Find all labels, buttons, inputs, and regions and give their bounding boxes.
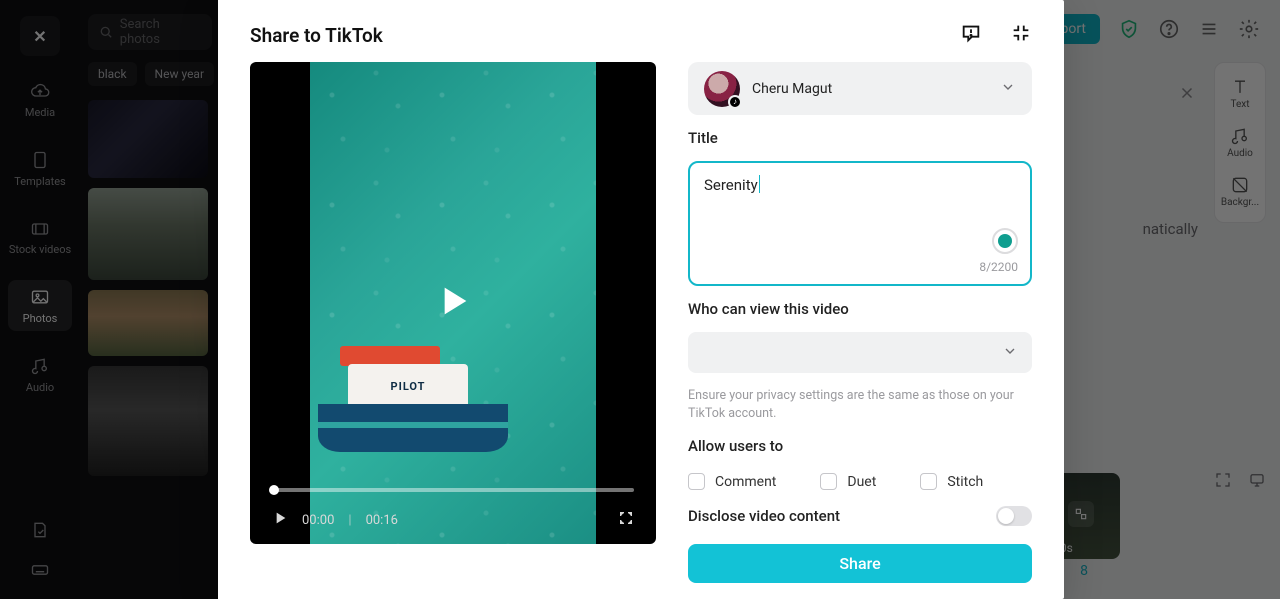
- play-button[interactable]: [433, 281, 473, 325]
- allow-duet-option[interactable]: Duet: [820, 473, 876, 490]
- option-label: Stitch: [947, 474, 983, 490]
- checkbox-icon[interactable]: [920, 473, 937, 490]
- feedback-icon[interactable]: [960, 22, 982, 48]
- account-name: Cheru Magut: [752, 81, 832, 97]
- modal-header: Share to TikTok: [218, 0, 1064, 62]
- chevron-down-icon: [1002, 343, 1018, 363]
- allow-stitch-option[interactable]: Stitch: [920, 473, 983, 490]
- toggle-knob: [998, 508, 1014, 524]
- checkbox-icon[interactable]: [820, 473, 837, 490]
- modal-header-actions: [960, 22, 1032, 48]
- privacy-helper-text: Ensure your privacy settings are the sam…: [688, 387, 1032, 423]
- seek-handle[interactable]: [269, 485, 279, 495]
- video-preview: PILOT 00:00 | 00:16: [250, 62, 656, 544]
- boat-graphic: PILOT: [318, 332, 508, 452]
- tiktok-badge-icon: ♪: [728, 95, 742, 109]
- boat-label: PILOT: [348, 364, 468, 408]
- chevron-down-icon: [1000, 79, 1016, 99]
- account-selector[interactable]: ♪ Cheru Magut: [688, 62, 1032, 115]
- allow-users-label: Allow users to: [688, 437, 1032, 455]
- title-label: Title: [688, 129, 1032, 147]
- character-count: 8/2200: [979, 260, 1018, 274]
- privacy-label: Who can view this video: [688, 300, 1032, 318]
- modal-body: PILOT 00:00 | 00:16 ♪: [218, 62, 1064, 599]
- fullscreen-video-icon[interactable]: [618, 510, 634, 530]
- option-label: Comment: [715, 474, 776, 490]
- title-textarea[interactable]: Serenity 8/2200: [688, 161, 1032, 286]
- allow-users-options: Comment Duet Stitch: [688, 473, 1032, 490]
- share-button-label: Share: [839, 554, 880, 573]
- grammarly-icon[interactable]: [992, 228, 1018, 254]
- minimize-icon[interactable]: [1010, 22, 1032, 48]
- video-controls: 00:00 | 00:16: [272, 510, 634, 530]
- disclose-toggle[interactable]: [996, 506, 1032, 526]
- privacy-select[interactable]: [688, 332, 1032, 373]
- account-avatar: ♪: [704, 71, 740, 107]
- share-to-tiktok-modal: Share to TikTok PILOT 00:: [218, 0, 1064, 599]
- current-time: 00:00: [302, 513, 334, 528]
- share-button[interactable]: Share: [688, 544, 1032, 583]
- title-value: Serenity: [704, 176, 758, 194]
- checkbox-icon[interactable]: [688, 473, 705, 490]
- play-small-icon[interactable]: [272, 510, 288, 530]
- disclose-label: Disclose video content: [688, 507, 840, 525]
- seek-bar[interactable]: [272, 488, 634, 492]
- text-caret: [759, 175, 760, 193]
- disclose-row: Disclose video content: [688, 506, 1032, 526]
- total-time: 00:16: [366, 513, 398, 528]
- share-form: ♪ Cheru Magut Title Serenity 8/2200 Who …: [688, 62, 1032, 583]
- time-separator: |: [348, 513, 351, 528]
- option-label: Duet: [847, 474, 876, 490]
- allow-comment-option[interactable]: Comment: [688, 473, 776, 490]
- modal-title: Share to TikTok: [250, 24, 383, 47]
